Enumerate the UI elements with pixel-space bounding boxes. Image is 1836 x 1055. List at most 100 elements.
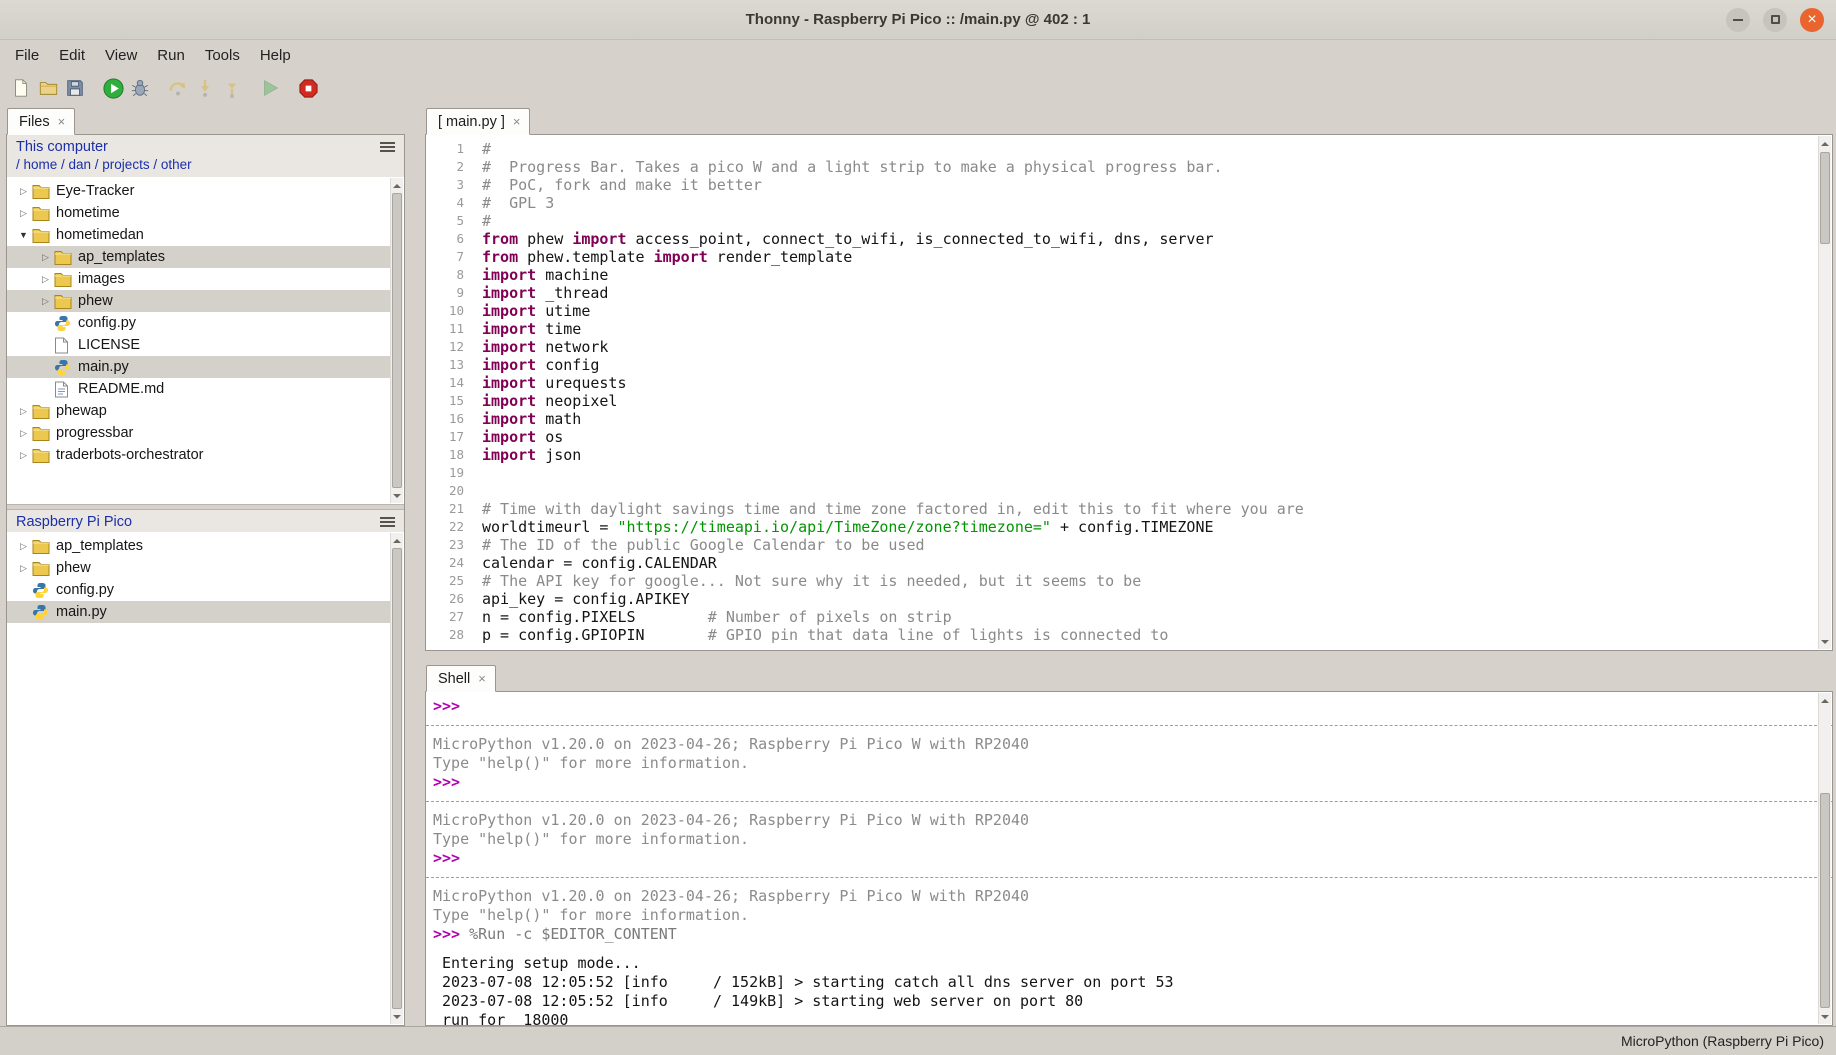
breadcrumb[interactable]: / home / dan / projects / other bbox=[7, 157, 404, 177]
shell-output[interactable]: >>> MicroPython v1.20.0 on 2023-04-26; R… bbox=[426, 692, 1832, 1026]
scrollbar-thumb[interactable] bbox=[392, 548, 402, 1009]
shell-stdout-line: run for 18000 bbox=[433, 1011, 1810, 1026]
scrollbar-thumb[interactable] bbox=[392, 193, 402, 488]
editor-panel[interactable]: 1234567891011121314151617181920212223242… bbox=[425, 134, 1833, 651]
tree-item-eye-tracker[interactable]: ▷Eye-Tracker bbox=[7, 180, 390, 202]
line-number: 26 bbox=[426, 590, 464, 608]
tree-item-readme.md[interactable]: README.md bbox=[7, 378, 390, 400]
tab-files[interactable]: Files × bbox=[7, 108, 75, 135]
section-menu-icon[interactable] bbox=[380, 142, 395, 152]
resume-icon bbox=[260, 78, 280, 98]
tree-item-label: progressbar bbox=[56, 425, 133, 441]
expand-icon[interactable]: ▷ bbox=[15, 450, 32, 461]
scrollbar-thumb[interactable] bbox=[1820, 152, 1830, 244]
new-file-icon bbox=[11, 78, 31, 98]
code-line: import time bbox=[482, 320, 1810, 338]
scroll-down-arrow[interactable] bbox=[1819, 1010, 1831, 1023]
tree-item-hometimedan[interactable]: ▼ hometimedan bbox=[7, 224, 390, 246]
scroll-up-arrow[interactable] bbox=[391, 534, 403, 547]
new-file-button[interactable] bbox=[9, 75, 33, 101]
editor-code[interactable]: ## Progress Bar. Takes a pico W and a li… bbox=[472, 135, 1832, 650]
pico-tree-scrollbar[interactable] bbox=[390, 533, 403, 1024]
expand-icon[interactable]: ▷ bbox=[37, 296, 54, 307]
minimize-button[interactable] bbox=[1726, 8, 1750, 32]
maximize-button[interactable] bbox=[1763, 8, 1787, 32]
menu-bar: FileEditViewRunToolsHelp bbox=[0, 40, 1836, 70]
menu-tools[interactable]: Tools bbox=[195, 43, 250, 68]
pico-tree[interactable]: ▷ap_templates▷phewconfig.pymain.py bbox=[7, 532, 404, 1025]
tree-item-progressbar[interactable]: ▷ progressbar bbox=[7, 422, 390, 444]
step-out-icon bbox=[222, 78, 242, 98]
debug-script-button[interactable] bbox=[128, 75, 152, 101]
folder-icon bbox=[32, 183, 54, 199]
tree-item-config.py[interactable]: config.py bbox=[7, 312, 390, 334]
minimize-icon bbox=[1733, 19, 1743, 21]
tree-item-main.py[interactable]: main.py bbox=[7, 356, 390, 378]
line-number: 14 bbox=[426, 374, 464, 392]
expand-icon[interactable]: ▷ bbox=[15, 186, 32, 197]
shell-panel[interactable]: >>> MicroPython v1.20.0 on 2023-04-26; R… bbox=[425, 691, 1833, 1026]
expand-icon[interactable]: ▷ bbox=[15, 541, 32, 552]
menu-edit[interactable]: Edit bbox=[49, 43, 95, 68]
scrollbar-thumb[interactable] bbox=[1820, 793, 1830, 1008]
computer-tree[interactable]: ▷Eye-Tracker▷hometime ▼ hometimedan ▷ap_tem… bbox=[7, 177, 404, 504]
scroll-down-arrow[interactable] bbox=[1819, 635, 1831, 648]
scroll-up-arrow[interactable] bbox=[1819, 137, 1831, 150]
close-button[interactable]: × bbox=[1800, 8, 1824, 32]
tree-item-traderbots-orchestrator[interactable]: ▷traderbots-orchestrator bbox=[7, 444, 390, 466]
line-number: 16 bbox=[426, 410, 464, 428]
save-file-button[interactable] bbox=[63, 75, 87, 101]
expand-icon[interactable]: ▷ bbox=[37, 274, 54, 285]
tree-item-config.py[interactable]: config.py bbox=[7, 579, 390, 601]
tab-close-icon[interactable]: × bbox=[478, 672, 486, 685]
tree-item-ap_templates[interactable]: ▷ap_templates bbox=[7, 535, 390, 557]
tree-item-ap_templates[interactable]: ▷ap_templates bbox=[7, 246, 390, 268]
tree-item-phew[interactable]: ▷phew bbox=[7, 557, 390, 579]
stop-button[interactable] bbox=[296, 75, 320, 101]
step-into-icon bbox=[195, 78, 215, 98]
editor-scrollbar[interactable] bbox=[1818, 136, 1831, 649]
expand-icon[interactable]: ▷ bbox=[37, 252, 54, 263]
expand-icon[interactable]: ▷ bbox=[15, 208, 32, 219]
computer-tree-scrollbar[interactable] bbox=[390, 178, 403, 503]
menu-file[interactable]: File bbox=[5, 43, 49, 68]
prompt-marker: >>> bbox=[433, 773, 469, 791]
shell-prompt-line: >>> bbox=[433, 849, 1810, 868]
menu-run[interactable]: Run bbox=[147, 43, 195, 68]
folder-icon bbox=[54, 293, 76, 309]
files-column: Files × This computer / home / dan / pro… bbox=[6, 106, 405, 1026]
open-file-button[interactable] bbox=[36, 75, 60, 101]
text-file-icon bbox=[54, 381, 76, 398]
scroll-down-arrow[interactable] bbox=[391, 489, 403, 502]
line-number: 6 bbox=[426, 230, 464, 248]
tree-item-license[interactable]: LICENSE bbox=[7, 334, 390, 356]
expand-icon[interactable]: ▷ bbox=[15, 428, 32, 439]
step-out-button bbox=[220, 75, 244, 101]
expand-icon[interactable]: ▷ bbox=[15, 563, 32, 574]
scroll-down-arrow[interactable] bbox=[391, 1010, 403, 1023]
shell-stdout-line: Entering setup mode... bbox=[433, 954, 1810, 973]
tree-item-main.py[interactable]: main.py bbox=[7, 601, 390, 623]
window-controls: × bbox=[1726, 0, 1824, 39]
tree-item-phew[interactable]: ▷phew bbox=[7, 290, 390, 312]
run-script-button[interactable] bbox=[101, 75, 125, 101]
backend-indicator[interactable]: MicroPython (Raspberry Pi Pico) bbox=[1621, 1033, 1824, 1049]
tree-item-images[interactable]: ▷images bbox=[7, 268, 390, 290]
menu-help[interactable]: Help bbox=[250, 43, 301, 68]
expand-icon[interactable]: ▷ bbox=[15, 406, 32, 417]
tab-shell[interactable]: Shell × bbox=[426, 665, 496, 692]
tab-main-py[interactable]: [ main.py ] × bbox=[426, 108, 530, 135]
section-menu-icon[interactable] bbox=[380, 517, 395, 527]
tree-item-hometime[interactable]: ▷hometime bbox=[7, 202, 390, 224]
tree-item-label: hometimedan bbox=[56, 227, 144, 243]
collapse-icon[interactable]: ▼ bbox=[15, 230, 32, 240]
tab-shell-label: Shell bbox=[438, 671, 470, 687]
tab-close-icon[interactable]: × bbox=[58, 115, 66, 128]
tree-item-phewap[interactable]: ▷phewap bbox=[7, 400, 390, 422]
tab-close-icon[interactable]: × bbox=[513, 115, 521, 128]
shell-scrollbar[interactable] bbox=[1818, 693, 1831, 1024]
scroll-up-arrow[interactable] bbox=[1819, 694, 1831, 707]
line-number: 3 bbox=[426, 176, 464, 194]
scroll-up-arrow[interactable] bbox=[391, 179, 403, 192]
menu-view[interactable]: View bbox=[95, 43, 147, 68]
